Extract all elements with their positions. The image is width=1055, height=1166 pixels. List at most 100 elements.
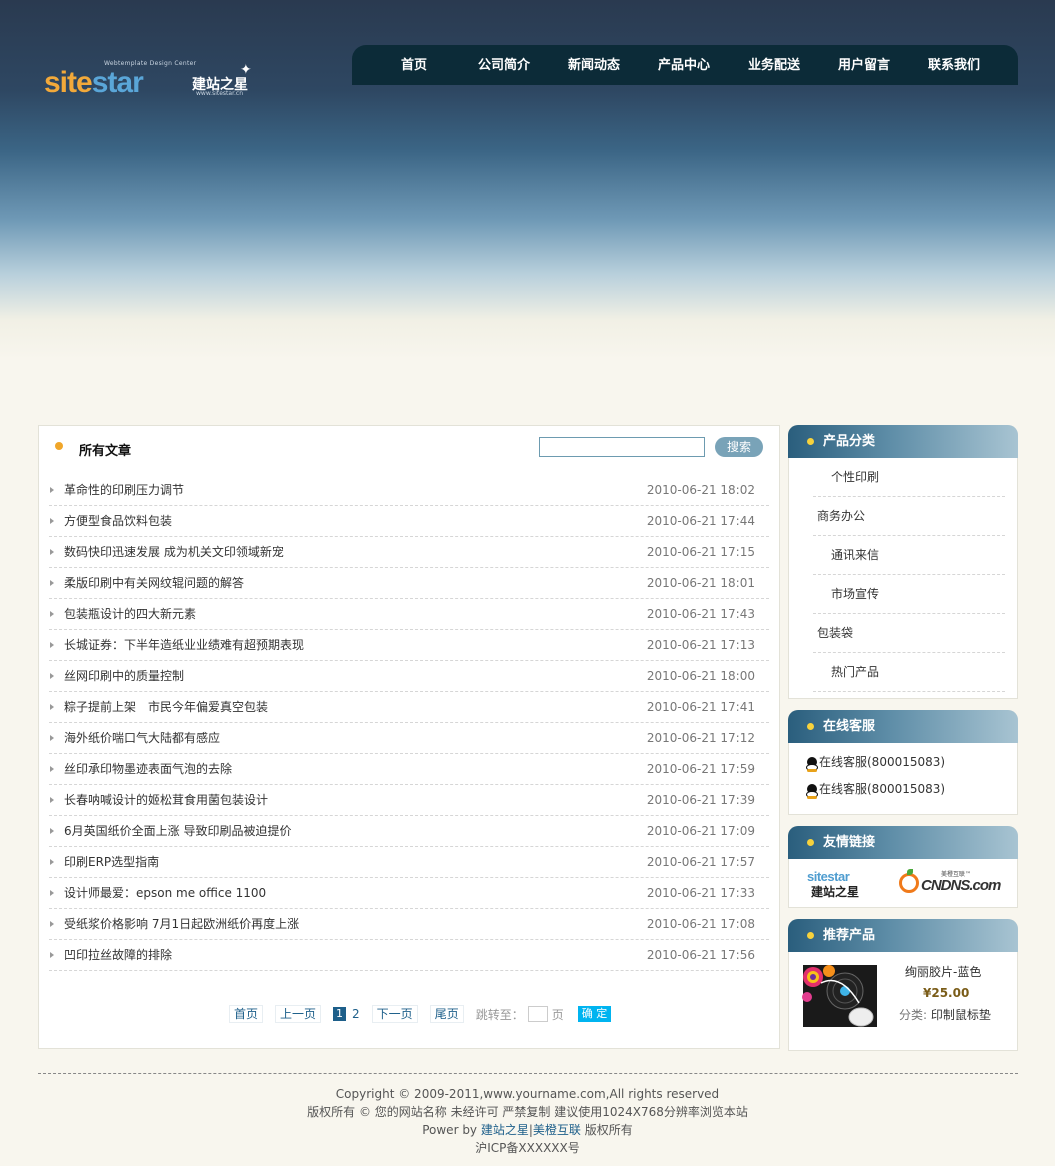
page-unit-label: 页 (551, 1007, 564, 1022)
article-row[interactable]: 凹印拉丝故障的排除 2010-06-21 17:56 (49, 940, 769, 971)
sitestar-link-logo[interactable]: sitestar 建站之星 (807, 869, 883, 899)
article-title[interactable]: 设计师最爱：epson me office 1100 (64, 878, 266, 909)
service-item-label: 在线客服(800015083) (819, 782, 946, 796)
site-logo[interactable]: Webtemplate Design Center sitestar 建站之星 … (44, 60, 259, 100)
orange-logo-icon (899, 873, 919, 893)
bullet-dot-icon (807, 932, 814, 939)
nav-products[interactable]: 产品中心 (639, 45, 729, 85)
main-nav: 首页 公司简介 新闻动态 产品中心 业务配送 用户留言 联系我们 (352, 45, 1018, 85)
page-current: 1 (333, 1007, 347, 1021)
cndns-link-logo[interactable]: 美橙互联™ CNDNS.com (899, 869, 1001, 897)
jump-page-input[interactable] (527, 1006, 548, 1022)
article-row[interactable]: 受纸浆价格影响 7月1日起欧洲纸价再度上涨 2010-06-21 17:08 (49, 909, 769, 940)
nav-about[interactable]: 公司简介 (459, 45, 549, 85)
bullet-dot-icon (55, 442, 63, 450)
cndns-footer-link[interactable]: 美橙互联 (533, 1123, 581, 1137)
article-title[interactable]: 凹印拉丝故障的排除 (64, 940, 172, 971)
article-date: 2010-06-21 17:09 (646, 824, 755, 838)
product-header: 推荐产品 (788, 919, 1018, 952)
service-title: 在线客服 (823, 719, 876, 734)
article-panel: 所有文章 搜索 革命性的印刷压力调节 2010-06-21 18:02 方便型食品饮… (38, 425, 780, 1049)
article-date: 2010-06-21 17:12 (646, 731, 755, 745)
article-row[interactable]: 设计师最爱：epson me office 1100 2010-06-21 17:… (49, 878, 769, 909)
category-item[interactable]: 热门产品 (813, 653, 1005, 692)
footer: Copyright © 2009-2011,www.yourname.com,A… (0, 1085, 1055, 1157)
article-title[interactable]: 方便型食品饮料包装 (64, 506, 172, 537)
arrow-bullet-icon (50, 735, 54, 741)
article-row[interactable]: 丝网印刷中的质量控制 2010-06-21 18:00 (49, 661, 769, 692)
article-title[interactable]: 海外纸价喘口气大陆都有感应 (64, 723, 220, 754)
rights-line: 版权所有 © 您的网站名称 未经许可 严禁复制 建议使用1024X768分辨率浏… (307, 1105, 748, 1119)
article-title[interactable]: 受纸浆价格影响 7月1日起欧洲纸价再度上涨 (64, 909, 299, 940)
article-row[interactable]: 6月英国纸价全面上涨 导致印刷品被迫提价 2010-06-21 17:09 (49, 816, 769, 847)
page-next-link[interactable]: 下一页 (371, 1005, 418, 1023)
nav-news[interactable]: 新闻动态 (549, 45, 639, 85)
article-row[interactable]: 长春呐喊设计的姬松茸食用菌包装设计 2010-06-21 17:39 (49, 785, 769, 816)
search-input[interactable] (539, 437, 705, 457)
category-header: 产品分类 (788, 425, 1018, 458)
article-title[interactable]: 柔版印刷中有关网纹辊问题的解答 (64, 568, 244, 599)
article-date: 2010-06-21 17:13 (646, 638, 755, 652)
nav-contact[interactable]: 联系我们 (909, 45, 999, 85)
qq-penguin-icon (805, 784, 819, 799)
article-date: 2010-06-21 17:59 (646, 762, 755, 776)
arrow-bullet-icon (50, 828, 54, 834)
article-title[interactable]: 数码快印迅速发展 成为机关文印领域新宠 (64, 537, 284, 568)
product-name[interactable]: 绚丽胶片-蓝色 (905, 963, 981, 980)
article-title[interactable]: 长春呐喊设计的姬松茸食用菌包装设计 (64, 785, 268, 816)
arrow-bullet-icon (50, 921, 54, 927)
article-row[interactable]: 革命性的印刷压力调节 2010-06-21 18:02 (49, 475, 769, 506)
article-date: 2010-06-21 17:57 (646, 855, 755, 869)
arrow-bullet-icon (50, 580, 54, 586)
article-row[interactable]: 方便型食品饮料包装 2010-06-21 17:44 (49, 506, 769, 537)
links-panel: 友情链接 sitestar 建站之星 美橙互联™ CNDNS.com (788, 826, 1018, 908)
product-title: 推荐产品 (823, 928, 876, 943)
article-date: 2010-06-21 17:56 (646, 948, 755, 962)
article-title[interactable]: 6月英国纸价全面上涨 导致印刷品被迫提价 (64, 816, 291, 847)
article-row[interactable]: 粽子提前上架 市民今年偏爱真空包装 2010-06-21 17:41 (49, 692, 769, 723)
article-row[interactable]: 海外纸价喘口气大陆都有感应 2010-06-21 17:12 (49, 723, 769, 754)
category-item[interactable]: 个性印刷 (813, 458, 1005, 497)
search-button[interactable]: 搜索 (715, 437, 763, 457)
sparkle-icon: ✦ (240, 62, 252, 78)
category-item[interactable]: 市场宣传 (813, 575, 1005, 614)
nav-guestbook[interactable]: 用户留言 (819, 45, 909, 85)
nav-home[interactable]: 首页 (369, 45, 459, 85)
article-row[interactable]: 印刷ERP选型指南 2010-06-21 17:57 (49, 847, 769, 878)
article-title[interactable]: 丝印承印物墨迹表面气泡的去除 (64, 754, 232, 785)
page-title: 所有文章 (79, 444, 132, 459)
jump-confirm-button[interactable]: 确 定 (577, 1006, 612, 1022)
category-item[interactable]: 包装袋 (813, 614, 1005, 653)
article-row[interactable]: 柔版印刷中有关网纹辊问题的解答 2010-06-21 18:01 (49, 568, 769, 599)
category-list: 个性印刷 商务办公 通讯来信 市场宣传 包装袋 热门产品 (789, 458, 1017, 692)
sitestar-footer-link[interactable]: 建站之星 (481, 1123, 529, 1137)
page-last-link[interactable]: 尾页 (429, 1005, 464, 1023)
category-item[interactable]: 商务办公 (813, 497, 1005, 536)
article-title[interactable]: 长城证券：下半年造纸业业绩难有超预期表现 (64, 630, 304, 661)
article-title[interactable]: 革命性的印刷压力调节 (64, 475, 184, 506)
service-item[interactable]: 在线客服(800015083) (789, 749, 1017, 776)
article-row[interactable]: 数码快印迅速发展 成为机关文印领域新宠 2010-06-21 17:15 (49, 537, 769, 568)
leaf-icon (907, 869, 913, 875)
article-row[interactable]: 包装瓶设计的四大新元素 2010-06-21 17:43 (49, 599, 769, 630)
article-row[interactable]: 长城证券：下半年造纸业业绩难有超预期表现 2010-06-21 17:13 (49, 630, 769, 661)
page-first-link[interactable]: 首页 (229, 1005, 264, 1023)
links-title: 友情链接 (823, 835, 876, 850)
article-title[interactable]: 粽子提前上架 市民今年偏爱真空包装 (64, 692, 268, 723)
nav-delivery[interactable]: 业务配送 (729, 45, 819, 85)
article-row[interactable]: 丝印承印物墨迹表面气泡的去除 2010-06-21 17:59 (49, 754, 769, 785)
article-title[interactable]: 丝网印刷中的质量控制 (64, 661, 184, 692)
page-prev-link[interactable]: 上一页 (275, 1005, 322, 1023)
arrow-bullet-icon (50, 890, 54, 896)
page-2-link[interactable]: 2 (352, 1007, 360, 1021)
article-date: 2010-06-21 17:08 (646, 917, 755, 931)
category-item[interactable]: 通讯来信 (813, 536, 1005, 575)
article-date: 2010-06-21 17:43 (646, 607, 755, 621)
article-title[interactable]: 印刷ERP选型指南 (64, 847, 159, 878)
article-title[interactable]: 包装瓶设计的四大新元素 (64, 599, 196, 630)
product-image[interactable] (801, 963, 879, 1029)
arrow-bullet-icon (50, 952, 54, 958)
service-item-label: 在线客服(800015083) (819, 755, 946, 769)
article-date: 2010-06-21 17:33 (646, 886, 755, 900)
service-item[interactable]: 在线客服(800015083) (789, 776, 1017, 803)
